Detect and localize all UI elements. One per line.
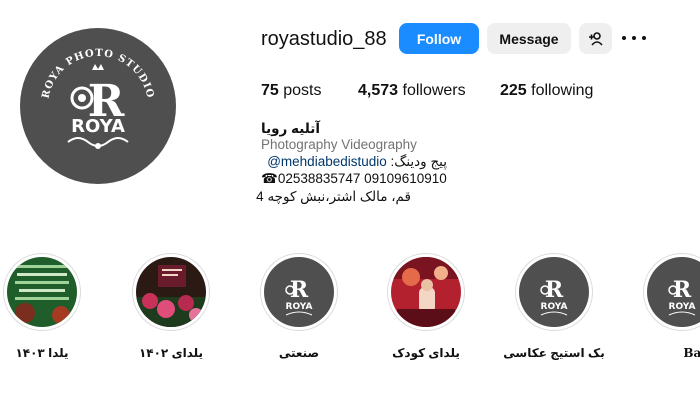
highlight-cover: R ROYA — [643, 253, 700, 331]
profile-avatar[interactable]: ROYA PHOTO STUDIO R ROYA — [20, 28, 176, 184]
highlight-label: یلدای ۱۴۰۲ — [138, 346, 204, 360]
highlight-cover — [387, 253, 465, 331]
following-label: following — [531, 82, 594, 99]
bio-display-name: آتلیه رویا — [261, 121, 320, 136]
highlight-label: یلدای کودک — [392, 346, 460, 360]
red-scene-cover-image — [391, 257, 461, 327]
roya-logo-cover-image: R ROYA — [264, 257, 334, 327]
green-text-cover-image — [7, 257, 77, 327]
bio-mention-link[interactable]: @mehdiabedistudio — [267, 154, 387, 169]
more-options-icon[interactable] — [622, 28, 646, 48]
highlight-item[interactable]: یلدای ۱۴۰۲ — [126, 253, 216, 373]
highlight-label: یلدا ۱۴۰۳ — [15, 346, 69, 360]
highlight-item[interactable]: R ROYA بک استیج عکاسی — [503, 253, 605, 373]
add-person-icon — [588, 31, 603, 46]
highlight-item[interactable]: یلدای کودک — [381, 253, 471, 373]
bio-link-prefix: پیج ودینگ: — [386, 154, 448, 169]
highlight-item[interactable]: یلدا ۱۴۰۳ — [0, 253, 87, 373]
bio-address: قم، مالک اشتر،نبش کوچه 4 — [256, 189, 411, 204]
svg-text:R: R — [673, 277, 692, 303]
highlight-label: بک استیج عکاسی — [503, 346, 605, 360]
highlight-item[interactable]: R ROYA Baby — [637, 253, 700, 373]
svg-text:ROYA: ROYA — [541, 302, 568, 312]
posts-count: 75 — [261, 82, 279, 99]
highlight-item[interactable]: R ROYA صنعتی — [254, 253, 344, 373]
posts-stat: 75 posts — [261, 82, 322, 100]
highlight-cover — [3, 253, 81, 331]
follow-button[interactable]: Follow — [399, 23, 479, 54]
highlight-cover: R ROYA — [515, 253, 593, 331]
avatar-wordmark: ROYA — [71, 116, 125, 137]
message-button[interactable]: Message — [487, 23, 571, 54]
roya-logo-cover-image: R ROYA — [647, 257, 700, 327]
suggest-accounts-button[interactable] — [579, 23, 612, 54]
highlight-cover — [132, 253, 210, 331]
following-count: 225 — [500, 82, 527, 99]
svg-text:R: R — [545, 277, 564, 303]
posts-label: posts — [283, 82, 322, 99]
highlight-label: Baby — [683, 346, 700, 360]
roya-logo-image: ROYA PHOTO STUDIO R ROYA — [28, 36, 168, 176]
followers-count: 4,573 — [358, 82, 399, 99]
following-stat[interactable]: 225 following — [500, 82, 593, 100]
svg-text:ROYA: ROYA — [669, 302, 696, 312]
profile-page: ROYA PHOTO STUDIO R ROYA royastudio_88 F… — [0, 0, 700, 400]
svg-text:ROYA: ROYA — [286, 302, 313, 312]
highlight-label: صنعتی — [278, 346, 320, 360]
profile-username: royastudio_88 — [261, 28, 387, 50]
followers-stat[interactable]: 4,573 followers — [358, 82, 466, 100]
bio-category: Photography Videography — [261, 137, 417, 152]
bio-phone: ☎02538835747 09109610910 — [261, 171, 447, 186]
highlight-cover: R ROYA — [260, 253, 338, 331]
flowers-cover-image — [136, 257, 206, 327]
svg-text:R: R — [290, 277, 309, 303]
followers-label: followers — [402, 82, 466, 99]
roya-logo-cover-image: R ROYA — [519, 257, 589, 327]
bio-link-line: پیج ودینگ: @mehdiabedistudio — [261, 154, 447, 170]
